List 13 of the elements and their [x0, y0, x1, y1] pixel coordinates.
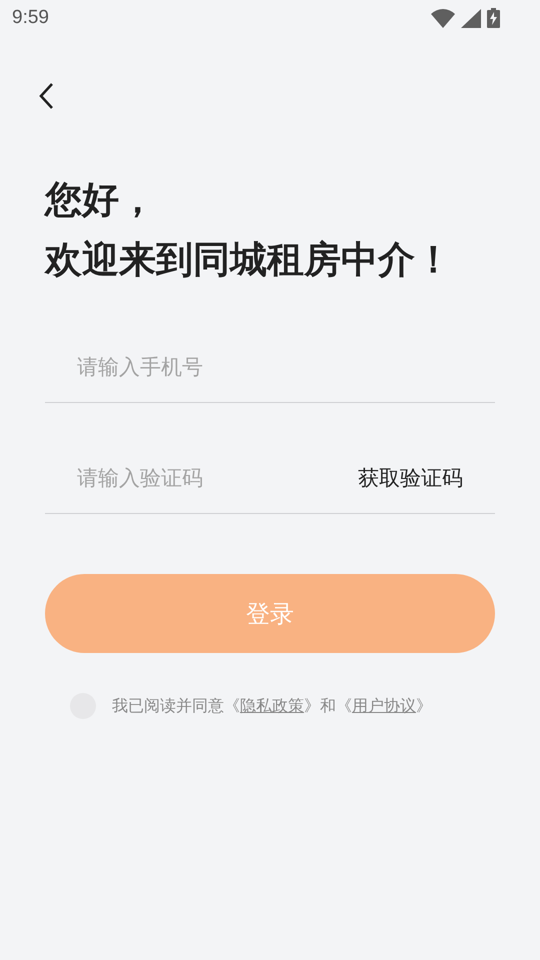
- wifi-icon: [431, 8, 455, 28]
- get-code-button[interactable]: 获取验证码: [358, 464, 495, 492]
- greeting-heading: 您好，: [45, 177, 157, 223]
- signal-icon: [461, 8, 481, 28]
- phone-input-field[interactable]: 请输入手机号: [45, 355, 495, 379]
- greeting-heading: 欢迎来到同城租房中介！: [45, 237, 453, 283]
- back-icon[interactable]: [38, 82, 54, 110]
- battery-charging-icon: [487, 8, 500, 28]
- code-input-field[interactable]: 请输入验证码: [45, 466, 358, 490]
- agreement-text: 我已阅读并同意《隐私政策》和《用户协议》: [112, 696, 432, 716]
- agreement-link[interactable]: 用户协议: [352, 696, 416, 714]
- status-time: 9:59: [12, 7, 49, 29]
- agreement-link[interactable]: 隐私政策: [240, 696, 304, 714]
